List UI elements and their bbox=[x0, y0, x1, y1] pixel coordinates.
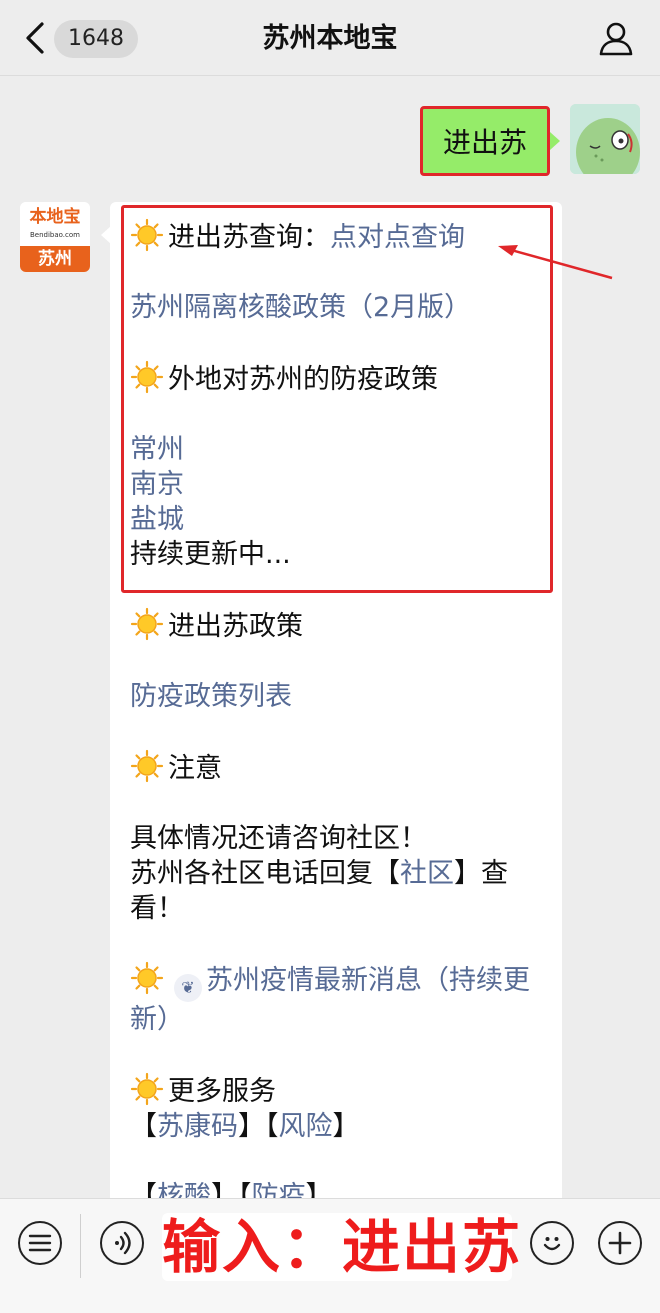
person-icon bbox=[599, 22, 633, 56]
sent-message-text: 进出苏 bbox=[442, 126, 527, 159]
message-input[interactable]: 输入：进出苏 bbox=[162, 1213, 520, 1281]
sun-emoji-icon bbox=[130, 1072, 164, 1106]
nucleic-acid-link[interactable]: 核酸 bbox=[157, 1181, 211, 1198]
more-services-text: 更多服务 bbox=[168, 1076, 276, 1107]
outside-policy-line: 外地对苏州的防疫政策 bbox=[130, 360, 542, 397]
sent-message-bubble[interactable]: 进出苏 bbox=[420, 106, 550, 176]
health-code-link[interactable]: 苏康码 bbox=[157, 1111, 238, 1142]
cartoon-avatar-icon bbox=[570, 104, 640, 174]
plus-icon bbox=[608, 1231, 632, 1255]
query-line: 进出苏查询：点对点查询 bbox=[130, 218, 542, 255]
city-link-changzhou[interactable]: 常州 bbox=[130, 432, 542, 467]
city-link-yancheng[interactable]: 盐城 bbox=[130, 502, 542, 537]
bracket: 】 bbox=[332, 1111, 360, 1142]
sun-emoji-icon bbox=[130, 607, 164, 641]
bracket: 】【 bbox=[211, 1181, 252, 1198]
emoji-button[interactable] bbox=[530, 1221, 574, 1265]
mini-program-icon: ❦ bbox=[174, 974, 202, 1002]
notice-line-1: 具体情况还请咨询社区！ bbox=[130, 823, 427, 854]
chevron-left-icon bbox=[26, 22, 44, 54]
updating-text: 持续更新中... bbox=[130, 539, 291, 570]
bracket: 】【 bbox=[238, 1111, 279, 1142]
sun-emoji-icon bbox=[130, 961, 164, 995]
bar-divider bbox=[80, 1214, 81, 1278]
bracket: 】 bbox=[305, 1181, 333, 1198]
bracket: 【 bbox=[130, 1181, 157, 1198]
sent-bubble-tail bbox=[550, 132, 560, 150]
notice-line-2-start: 苏州各社区电话回复【 bbox=[130, 858, 400, 889]
sun-emoji-icon bbox=[130, 218, 164, 252]
policy-list-link[interactable]: 防疫政策列表 bbox=[130, 679, 542, 714]
services-row-2: 【核酸】【防疫】 bbox=[130, 1179, 542, 1198]
epidemic-prevention-link[interactable]: 防疫 bbox=[252, 1181, 306, 1198]
menu-button[interactable] bbox=[18, 1221, 62, 1265]
list-menu-icon bbox=[28, 1234, 52, 1252]
city-link-nanjing[interactable]: 南京 bbox=[130, 467, 542, 502]
top-bar: 1648 苏州本地宝 bbox=[0, 0, 660, 76]
outside-policy-text: 外地对苏州的防疫政策 bbox=[168, 364, 438, 395]
brand-logo-url: Bendibao.com bbox=[29, 231, 80, 239]
notice-section-text: 注意 bbox=[168, 753, 222, 784]
more-actions-button[interactable] bbox=[598, 1221, 642, 1265]
unread-count-badge[interactable]: 1648 bbox=[54, 20, 138, 58]
profile-button[interactable] bbox=[596, 18, 636, 58]
voice-icon bbox=[115, 1231, 131, 1255]
user-avatar[interactable] bbox=[570, 104, 640, 174]
isolation-policy-link[interactable]: 苏州隔离核酸政策（2月版） bbox=[130, 290, 542, 325]
sun-emoji-icon bbox=[130, 749, 164, 783]
notice-section-heading: 注意 bbox=[130, 749, 542, 786]
chat-area[interactable]: 进出苏 本地宝 Bendibao.com 苏州 进出苏查询：点对点查询 苏州隔离… bbox=[0, 76, 660, 1198]
more-services-heading: 更多服务 bbox=[130, 1072, 542, 1109]
received-message-bubble[interactable]: 进出苏查询：点对点查询 苏州隔离核酸政策（2月版） 外地对苏州的防疫政策 常州 … bbox=[110, 202, 562, 1198]
back-button[interactable] bbox=[20, 20, 50, 56]
input-bar: 输入：进出苏 bbox=[0, 1198, 660, 1313]
annotation-arrow-icon bbox=[498, 245, 613, 280]
community-link[interactable]: 社区 bbox=[400, 858, 454, 889]
sun-emoji-icon bbox=[130, 360, 164, 394]
risk-link[interactable]: 风险 bbox=[279, 1111, 333, 1142]
voice-button[interactable] bbox=[100, 1221, 144, 1265]
brand-city-label: 苏州 bbox=[20, 246, 90, 272]
notice-line-2: 苏州各社区电话回复【社区】查看！ bbox=[130, 856, 542, 926]
query-prefix-text: 进出苏查询： bbox=[168, 222, 330, 253]
policy-section-heading: 进出苏政策 bbox=[130, 607, 542, 644]
point-to-point-query-link[interactable]: 点对点查询 bbox=[330, 222, 465, 253]
latest-news-line: ❦ 苏州疫情最新消息（持续更新） bbox=[130, 961, 542, 1037]
services-row-1: 【苏康码】【风险】 bbox=[130, 1109, 542, 1144]
policy-section-text: 进出苏政策 bbox=[168, 611, 303, 642]
official-account-avatar[interactable]: 本地宝 Bendibao.com 苏州 bbox=[20, 202, 90, 272]
smiley-icon bbox=[543, 1237, 561, 1251]
bracket: 【 bbox=[130, 1111, 157, 1142]
